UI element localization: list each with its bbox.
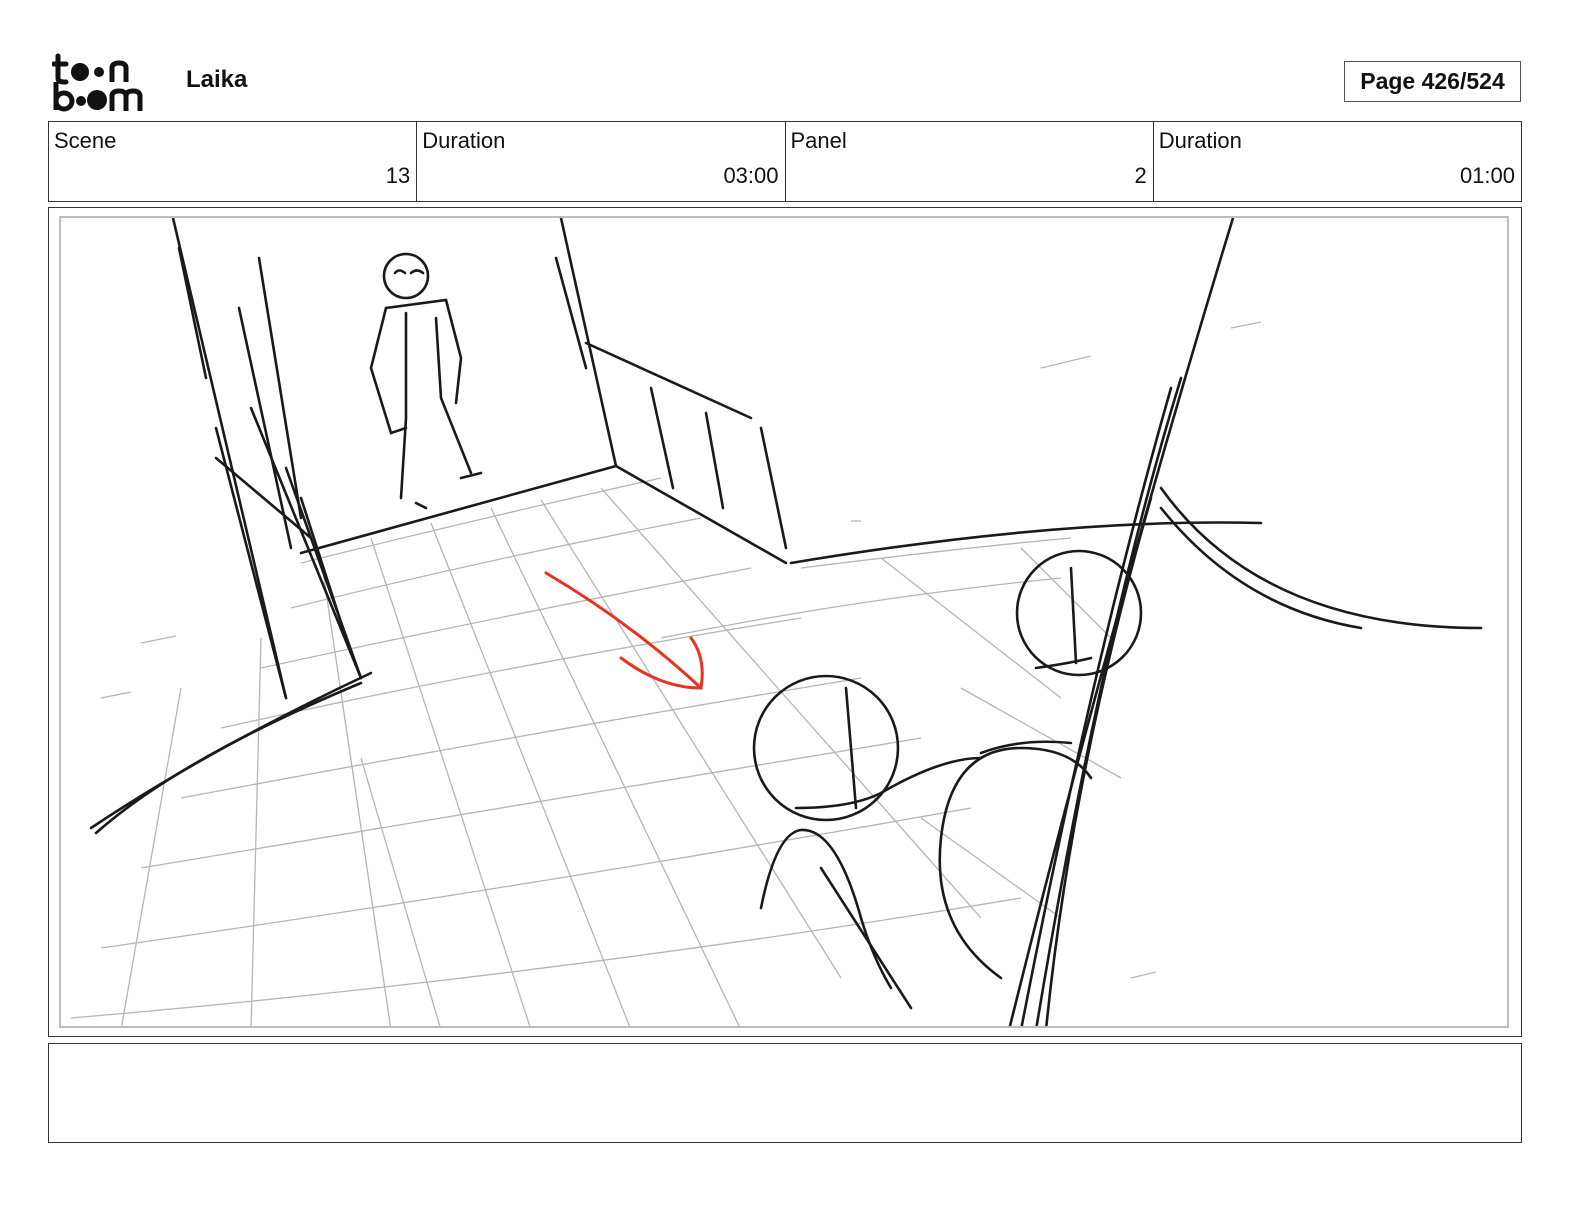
scene-value: 13 [385, 163, 411, 188]
toon-boom-logo-mark [50, 53, 143, 112]
info-bar: Scene 13 Duration 03:00 Panel 2 Duration… [48, 121, 1522, 202]
storyboard-panel-image [59, 216, 1509, 1028]
panel-duration-label: Duration [1158, 128, 1242, 153]
toon-boom-logo [50, 52, 164, 112]
project-title: Laika [186, 66, 248, 93]
panel-duration-cell: Duration 01:00 [1154, 122, 1521, 201]
scene-cell: Scene 13 [49, 122, 418, 201]
page-number: Page 426/524 [1344, 61, 1521, 102]
scene-duration-cell: Duration 03:00 [417, 122, 786, 201]
scene-duration-value: 03:00 [723, 163, 779, 188]
sketch-drawing [70, 218, 1483, 1026]
ink-lines [89, 218, 1483, 1026]
scene-label: Scene [54, 128, 117, 153]
panel-label: Panel [790, 128, 847, 153]
scene-duration-label: Duration [422, 128, 506, 153]
panel-notes-box [48, 1043, 1522, 1143]
panel-frame [48, 207, 1522, 1037]
panel-duration-value: 01:00 [1459, 163, 1515, 188]
panel-cell: Panel 2 [786, 122, 1154, 201]
panel-value: 2 [1134, 163, 1147, 188]
